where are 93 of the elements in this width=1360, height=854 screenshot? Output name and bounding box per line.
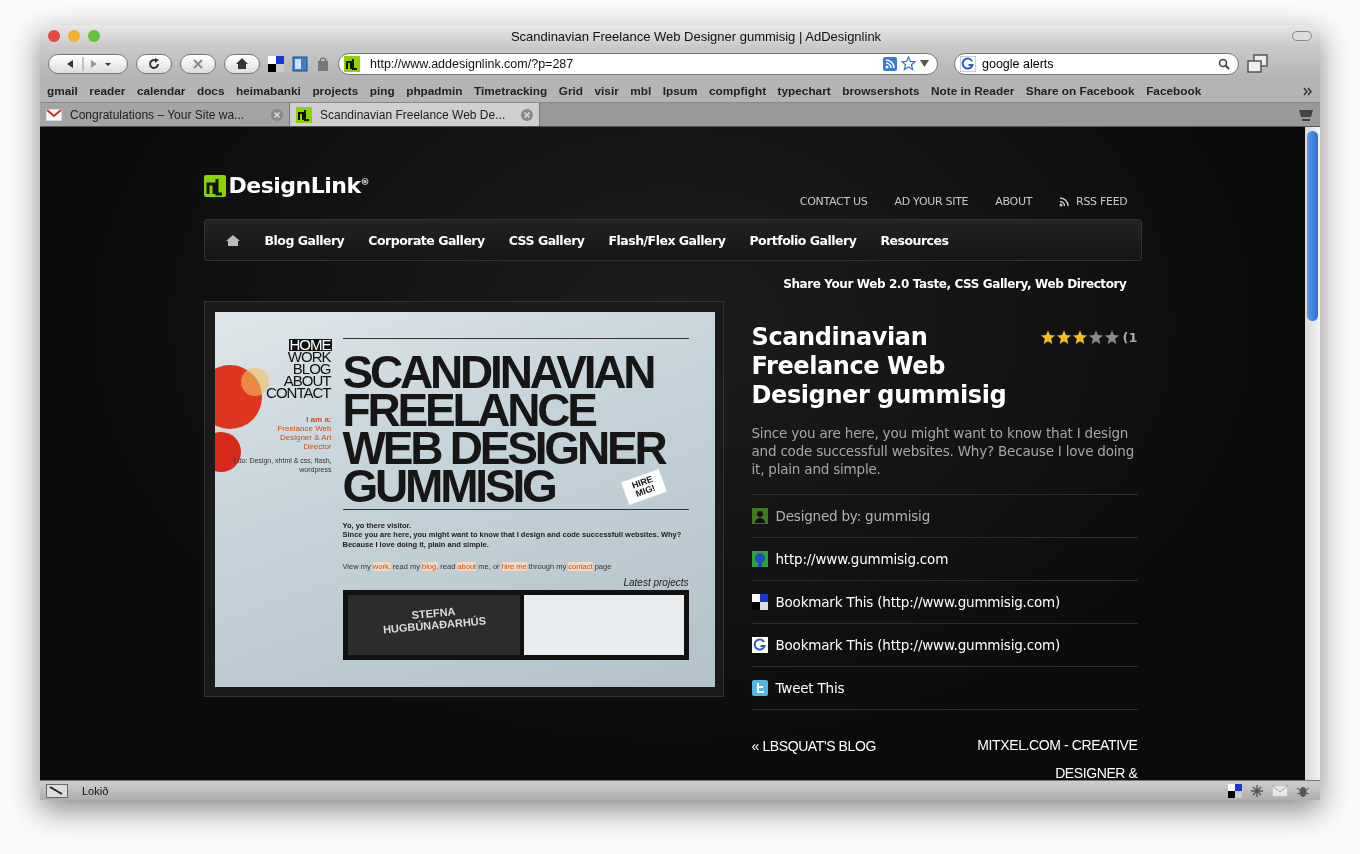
envelope-icon — [46, 108, 62, 121]
bookmark-link[interactable]: gmail — [47, 84, 78, 98]
bookmark-link[interactable]: browsershots — [842, 84, 920, 98]
home-button[interactable] — [224, 53, 260, 74]
g-letter-icon — [960, 55, 976, 72]
bookmark-link[interactable]: Share on Facebook — [1025, 84, 1135, 98]
nav-link[interactable]: Resources — [880, 232, 949, 248]
more-bookmarks-icon[interactable] — [1303, 86, 1313, 96]
dropdown-caret-icon[interactable] — [920, 60, 929, 67]
bookmark-link[interactable]: docs — [196, 84, 225, 98]
status-text: Lokið — [82, 784, 109, 797]
site-logo-icon — [344, 55, 360, 72]
site-logo-icon — [296, 106, 312, 123]
windows-icon[interactable] — [1247, 53, 1269, 74]
entry-link[interactable]: Bookmark This (http://www.gummisig.com) — [775, 637, 1060, 653]
bookmark-link[interactable]: ping — [369, 84, 395, 98]
nav-link[interactable]: Blog Gallery — [264, 232, 345, 248]
reload-icon — [147, 56, 161, 71]
bookmark-link[interactable]: Timetracking — [474, 84, 548, 98]
nav-link[interactable]: Corporate Gallery — [368, 232, 485, 248]
nav-link[interactable]: Portfolio Gallery — [749, 232, 857, 248]
bookmark-link[interactable]: Facebook — [1146, 84, 1202, 98]
designlink-logo-icon — [203, 174, 226, 197]
site-logo-text[interactable]: DesignLink$^{®}$ — [228, 173, 370, 198]
panel-icon[interactable] — [292, 55, 308, 72]
nav-link[interactable]: CSS Gallery — [508, 232, 585, 248]
bookmark-link[interactable]: compfight — [709, 84, 767, 98]
preview-headline: WEB DESIGNER — [342, 429, 665, 467]
bookmark-link[interactable]: heimabanki — [235, 84, 301, 98]
bookmark-link[interactable]: Ipsum — [662, 84, 698, 98]
entry-link[interactable]: Designed by: gummisig — [775, 508, 931, 524]
entry-title: Scandinavian Freelance Web Designer gummisig — [751, 323, 1008, 410]
checker-square-icon[interactable] — [268, 55, 284, 72]
vertical-scrollbar[interactable] — [1305, 127, 1320, 780]
address-field[interactable]: http://www.addesignlink.com/?p=287 — [338, 52, 938, 75]
bag-icon[interactable] — [316, 55, 330, 72]
star-rating[interactable] — [1039, 329, 1120, 345]
bookmark-link[interactable]: projects — [312, 84, 359, 98]
close-icon[interactable] — [271, 108, 283, 121]
checker-square-icon — [751, 594, 768, 610]
bookmark-link[interactable]: mbl — [630, 84, 652, 98]
search-icon[interactable] — [1218, 57, 1230, 70]
nav-link[interactable]: Flash/Flex Gallery — [608, 232, 726, 248]
bookmark-link[interactable]: visir — [594, 84, 619, 98]
rss-icon — [1059, 196, 1070, 207]
header-link[interactable]: RSS FEED — [1076, 195, 1128, 208]
toolbar-toggle-button[interactable] — [1292, 31, 1312, 41]
close-button[interactable] — [48, 30, 60, 42]
stop-button[interactable] — [180, 53, 216, 74]
previous-post-link[interactable]: « LBSQUAT'S BLOG — [751, 738, 876, 780]
bird-t-icon — [751, 680, 768, 696]
entry-description: Since you are here, you might want to know that I design and code successfull websites. Why? Because I love doing it, plain and simple. — [751, 424, 1138, 495]
browser-tab[interactable]: Scandinavian Freelance Web De... — [290, 103, 540, 126]
search-field[interactable]: google alerts — [954, 52, 1239, 75]
header-link[interactable]: CONTACT US — [799, 195, 868, 208]
browser-tab[interactable]: Congratulations – Your Site wa... — [40, 103, 290, 126]
bookmark-link[interactable]: Grid — [558, 84, 584, 98]
bookmark-link[interactable]: calendar — [136, 84, 186, 98]
next-post-link[interactable]: MITXEL.COM - CREATIVE DESIGNER & — [947, 731, 1138, 780]
close-icon[interactable] — [521, 108, 533, 121]
bookmark-link[interactable]: reader — [89, 84, 126, 98]
pencil-icon[interactable] — [46, 783, 68, 798]
person-icon — [751, 508, 768, 524]
hire-sign: HIRE MIG! — [620, 468, 667, 506]
preview-latest-heading: Latest projects — [622, 577, 689, 588]
preview-headline: GUMMISIG — [342, 467, 555, 505]
tagline: Share Your Web 2.0 Taste, CSS Gallery, Web Directory — [782, 277, 1127, 291]
preview-role: Freelance Web Designer & Art Director — [276, 424, 332, 451]
g-letter-icon — [751, 637, 768, 653]
checker-square-icon[interactable] — [1228, 783, 1242, 798]
bookmark-link[interactable]: typechart — [777, 84, 831, 98]
reload-button[interactable] — [136, 53, 172, 74]
window-title: Scandinavian Freelance Web Designer gummisig | AdDesignlink — [509, 28, 883, 44]
entry-link[interactable]: Bookmark This (http://www.gummisig.com) — [775, 594, 1060, 610]
globe-icon — [751, 551, 768, 567]
bookmark-link[interactable]: Note in Reader — [931, 84, 1015, 98]
close-icon — [192, 57, 204, 70]
back-forward-button[interactable] — [48, 53, 128, 74]
header-link[interactable]: ABOUT — [995, 195, 1033, 208]
snowflake-icon[interactable] — [1250, 783, 1264, 798]
preview-role-heading: I am a: — [306, 415, 332, 424]
preview-headline: FREELANCE — [342, 391, 595, 429]
header-link[interactable]: AD YOUR SITE — [894, 195, 969, 208]
entry-link[interactable]: http://www.gummisig.com — [775, 551, 949, 567]
entry-link[interactable]: Tweet This — [775, 680, 845, 696]
star-icon[interactable] — [901, 56, 916, 71]
home-icon[interactable] — [224, 233, 241, 247]
rss-icon[interactable] — [883, 56, 897, 71]
bookmark-link[interactable]: phpadmin — [406, 84, 463, 98]
tray-icon[interactable] — [1298, 107, 1314, 122]
rating-count: (1 — [1122, 329, 1138, 345]
home-icon — [235, 57, 249, 70]
preview-headline: SCANDINAVIAN — [342, 353, 654, 391]
